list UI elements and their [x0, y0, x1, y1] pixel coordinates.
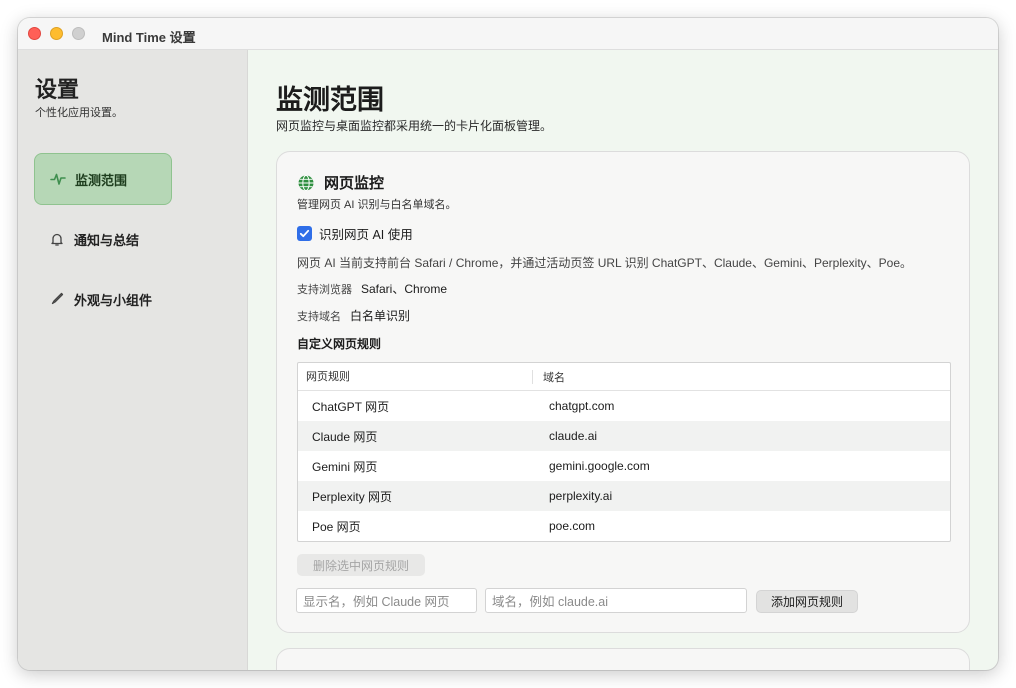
rule-domain-cell: chatgpt.com: [549, 399, 615, 413]
rule-name-cell: Gemini 网页: [312, 459, 378, 474]
sidebar-item-label: 监测范围: [75, 172, 128, 188]
card-title: 网页监控: [324, 175, 385, 192]
rule-domain-cell: claude.ai: [549, 429, 598, 443]
supported-domains-value: 白名单识别: [350, 309, 411, 323]
rule-name-cell: Poe 网页: [312, 519, 361, 534]
supported-browsers-key: 支持浏览器: [297, 283, 352, 296]
column-header-rule[interactable]: 网页规则: [298, 369, 533, 384]
rule-name-cell: Perplexity 网页: [312, 489, 393, 504]
checkbox-label: 识别网页 AI 使用: [319, 228, 413, 242]
supported-browsers-value: Safari、Chrome: [361, 282, 448, 296]
support-info-text: 网页 AI 当前支持前台 Safari / Chrome，并通过活动页签 URL…: [297, 256, 913, 270]
rule-domain-cell: perplexity.ai: [549, 489, 613, 503]
sidebar-subtitle: 个性化应用设置。: [35, 107, 123, 119]
globe-icon: [297, 174, 315, 192]
sidebar-title: 设置: [35, 77, 80, 102]
sidebar: 设置 个性化应用设置。 监测范围 通知与总结 外观与小组件: [18, 50, 248, 670]
table-row[interactable]: Claude 网页 claude.ai: [298, 421, 950, 451]
main-content: 监测范围 网页监控与桌面监控都采用统一的卡片化面板管理。 网页监控 管理网页 A…: [248, 50, 998, 670]
zoom-window-button[interactable]: [72, 27, 85, 40]
custom-rules-label: 自定义网页规则: [297, 337, 382, 351]
rule-domain-cell: poe.com: [549, 519, 596, 533]
sidebar-item-monitor-scope[interactable]: 监测范围: [34, 153, 172, 205]
window-title: Mind Time 设置: [102, 30, 196, 45]
table-row[interactable]: Gemini 网页 gemini.google.com: [298, 451, 950, 481]
delete-rule-button[interactable]: 删除选中网页规则: [297, 554, 425, 576]
sidebar-item-appearance[interactable]: 外观与小组件: [34, 273, 172, 325]
table-row[interactable]: Perplexity 网页 perplexity.ai: [298, 481, 950, 511]
rule-name-cell: Claude 网页: [312, 429, 378, 444]
app-window: Mind Time 设置 设置 个性化应用设置。 监测范围 通知与总结 外观与小…: [18, 18, 998, 670]
domain-input[interactable]: 域名，例如 claude.ai: [485, 588, 747, 613]
rule-name-cell: ChatGPT 网页: [312, 399, 390, 414]
card-header: 网页监控: [297, 172, 384, 193]
minimize-window-button[interactable]: [50, 27, 63, 40]
web-monitor-card: 网页监控 管理网页 AI 识别与白名单域名。 识别网页 AI 使用 网页 AI …: [276, 151, 970, 633]
supported-domains-key: 支持域名: [297, 310, 341, 323]
page-title: 监测范围: [276, 85, 384, 115]
bell-icon: [48, 230, 66, 248]
table-row[interactable]: ChatGPT 网页 chatgpt.com: [298, 391, 950, 421]
table-row[interactable]: Poe 网页 poe.com: [298, 511, 950, 541]
supported-browsers-row: 支持浏览器 Safari、Chrome: [297, 280, 447, 297]
sidebar-item-label: 通知与总结: [74, 232, 140, 248]
rule-domain-cell: gemini.google.com: [549, 459, 650, 473]
sidebar-item-notifications[interactable]: 通知与总结: [34, 213, 172, 265]
web-rules-table: 网页规则 域名 ChatGPT 网页 chatgpt.com Claude 网页…: [297, 362, 951, 542]
display-name-input[interactable]: 显示名，例如 Claude 网页: [296, 588, 477, 613]
column-header-domain[interactable]: 域名: [533, 369, 565, 385]
sidebar-item-label: 外观与小组件: [74, 292, 153, 308]
page-subtitle: 网页监控与桌面监控都采用统一的卡片化面板管理。: [276, 119, 553, 133]
brush-icon: [48, 290, 66, 308]
checkbox-checked-icon[interactable]: [297, 226, 312, 241]
close-window-button[interactable]: [28, 27, 41, 40]
next-card: [276, 648, 970, 670]
table-header: 网页规则 域名: [298, 363, 950, 391]
web-ai-detect-toggle[interactable]: 识别网页 AI 使用: [297, 224, 413, 243]
supported-domains-row: 支持域名 白名单识别: [297, 307, 410, 324]
add-rule-button[interactable]: 添加网页规则: [756, 590, 858, 613]
activity-icon: [49, 170, 67, 188]
card-description: 管理网页 AI 识别与白名单域名。: [297, 199, 457, 211]
title-bar: Mind Time 设置: [18, 18, 998, 50]
